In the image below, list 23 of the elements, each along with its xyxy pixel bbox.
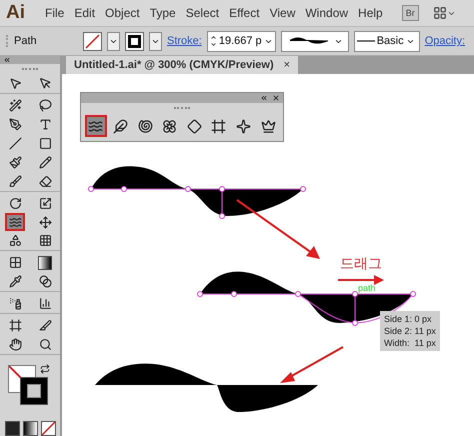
brush-dropdown[interactable]: Basic [354,30,420,52]
menu-item[interactable]: Window [300,6,354,20]
tooltip-line: Width: 11 px [384,337,436,349]
menu-item[interactable]: View [264,6,300,20]
stroke-weight-field[interactable]: 19.667 p [206,30,276,52]
tooltip-line: Side 1: 0 px [384,313,433,325]
document-tab[interactable]: Untitled-1.ai* @ 300% (CMYK/Preview) × [66,56,298,74]
app-logo: Ai [6,2,26,24]
drag-label: 드래그 [340,255,382,273]
menu-item[interactable]: Help [353,6,388,20]
menu-item[interactable]: Type [144,6,181,20]
menu-item[interactable]: Select [180,6,224,20]
stroke-link[interactable]: Stroke: [167,35,202,47]
selection-label: Path [6,35,78,47]
menu-item[interactable]: File [40,6,70,20]
opacity-link[interactable]: Opacity: [424,35,466,47]
path-hint: path [358,283,376,293]
menu-item[interactable]: Object [100,6,145,20]
tooltip-line: Side 2: 11 px [384,325,436,337]
menu-item[interactable]: Effect [224,6,265,20]
tab-close[interactable]: × [284,59,290,71]
menu-item[interactable]: Edit [69,6,100,20]
bridge-button[interactable]: Br [402,5,419,21]
